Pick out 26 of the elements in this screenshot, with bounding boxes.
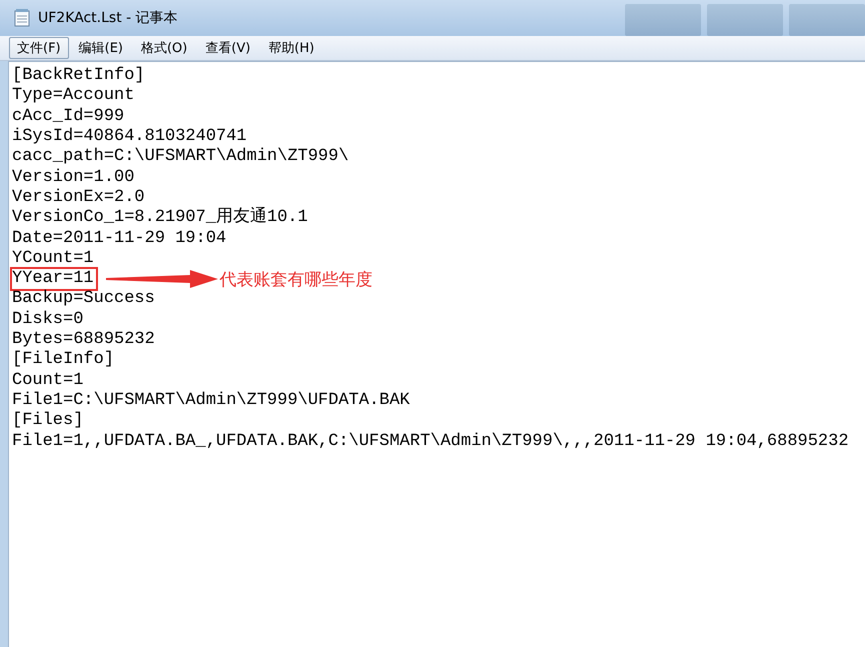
text-line: cacc_path=C:\UFSMART\Admin\ZT999\ [11, 146, 350, 168]
text-line: File1=1,,UFDATA.BA_,UFDATA.BAK,C:\UFSMART\Admin\ZT999\,,,2011-11-29 19:04,68895232 [11, 430, 850, 452]
text-line: iSysId=40864.8103240741 [11, 126, 248, 148]
menu-item[interactable]: 查看(V) [197, 37, 258, 59]
text-line: Version=1.00 [11, 166, 136, 188]
annotation-text: 代表账套有哪些年度 [220, 268, 373, 291]
text-line: File1=C:\UFSMART\Admin\ZT999\UFDATA.BAK [11, 390, 411, 412]
text-line: Count=1 [11, 370, 84, 392]
text-line: [BackRetInfo] [11, 65, 146, 88]
menu-item[interactable]: 文件(F) [9, 37, 69, 59]
menu-item[interactable]: 编辑(E) [70, 37, 131, 59]
menu-item[interactable]: 格式(O) [132, 37, 196, 59]
text-line: Type=Account [11, 85, 136, 108]
text-line: Date=2011-11-29 19:04 [11, 228, 228, 250]
text-line: [Files] [11, 410, 84, 432]
text-line: Disks=0 [11, 308, 84, 331]
notepad-icon [14, 9, 30, 27]
text-line: VersionEx=2.0 [11, 186, 146, 208]
text-line: VersionCo_1=8.21907_用友通10.1 [11, 206, 309, 230]
arrow-icon [106, 270, 218, 288]
text-line: [FileInfo] [11, 349, 116, 372]
text-line: Bytes=68895232 [11, 329, 156, 350]
text-line: cAcc_Id=999 [11, 106, 126, 128]
menu-item[interactable]: 帮助(H) [260, 37, 322, 59]
text-line: YCount=1 [11, 248, 95, 270]
window-title: UF2KAct.Lst - 记事本 [38, 9, 178, 27]
